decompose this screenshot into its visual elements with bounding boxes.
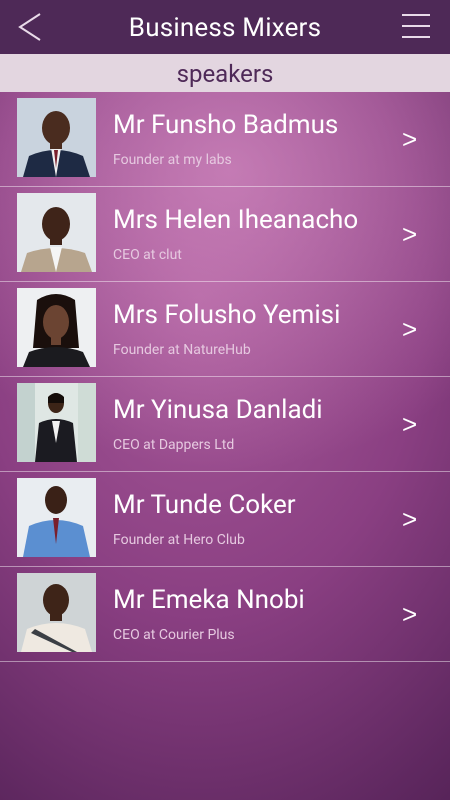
speaker-row[interactable]: Mr Tunde Coker Founder at Hero Club > bbox=[0, 472, 450, 567]
speaker-photo bbox=[17, 288, 96, 367]
page-title: Business Mixers bbox=[128, 13, 322, 43]
speaker-row[interactable]: Mr Emeka Nnobi CEO at Courier Plus > bbox=[0, 567, 450, 662]
speaker-name: Mr Yinusa Danladi bbox=[113, 395, 323, 425]
speaker-row[interactable]: Mr Yinusa Danladi CEO at Dappers Ltd > bbox=[0, 377, 450, 472]
speaker-name: Mr Funsho Badmus bbox=[113, 110, 339, 140]
speaker-role: Founder at my labs bbox=[113, 152, 232, 168]
chevron-right-icon: > bbox=[402, 124, 418, 154]
speaker-photo bbox=[17, 98, 96, 177]
menu-button[interactable] bbox=[400, 12, 432, 42]
chevron-right-icon: > bbox=[402, 219, 418, 249]
app-header: Business Mixers bbox=[0, 0, 450, 54]
speaker-role: CEO at clut bbox=[113, 247, 182, 263]
speaker-photo bbox=[17, 193, 96, 272]
chevron-right-icon: > bbox=[402, 314, 418, 344]
speaker-photo bbox=[17, 478, 96, 557]
speaker-photo bbox=[17, 573, 96, 652]
speaker-photo bbox=[17, 383, 96, 462]
speaker-role: Founder at NatureHub bbox=[113, 342, 251, 358]
hamburger-menu-icon bbox=[402, 14, 430, 16]
chevron-right-icon: > bbox=[402, 409, 418, 439]
speaker-name: Mr Tunde Coker bbox=[113, 490, 296, 520]
chevron-right-icon: > bbox=[402, 599, 418, 629]
speaker-row[interactable]: Mr Funsho Badmus Founder at my labs > bbox=[0, 92, 450, 187]
speaker-name: Mrs Helen Iheanacho bbox=[113, 205, 359, 235]
speaker-role: CEO at Courier Plus bbox=[113, 627, 235, 643]
speaker-list: Mr Funsho Badmus Founder at my labs > Mr… bbox=[0, 92, 450, 662]
speaker-role: Founder at Hero Club bbox=[113, 532, 245, 548]
speaker-name: Mrs Folusho Yemisi bbox=[113, 300, 341, 330]
section-header: speakers bbox=[0, 54, 450, 92]
speaker-name: Mr Emeka Nnobi bbox=[113, 585, 305, 615]
speaker-role: CEO at Dappers Ltd bbox=[113, 437, 235, 453]
chevron-right-icon: > bbox=[402, 504, 418, 534]
speaker-row[interactable]: Mrs Folusho Yemisi Founder at NatureHub … bbox=[0, 282, 450, 377]
speaker-row[interactable]: Mrs Helen Iheanacho CEO at clut > bbox=[0, 187, 450, 282]
